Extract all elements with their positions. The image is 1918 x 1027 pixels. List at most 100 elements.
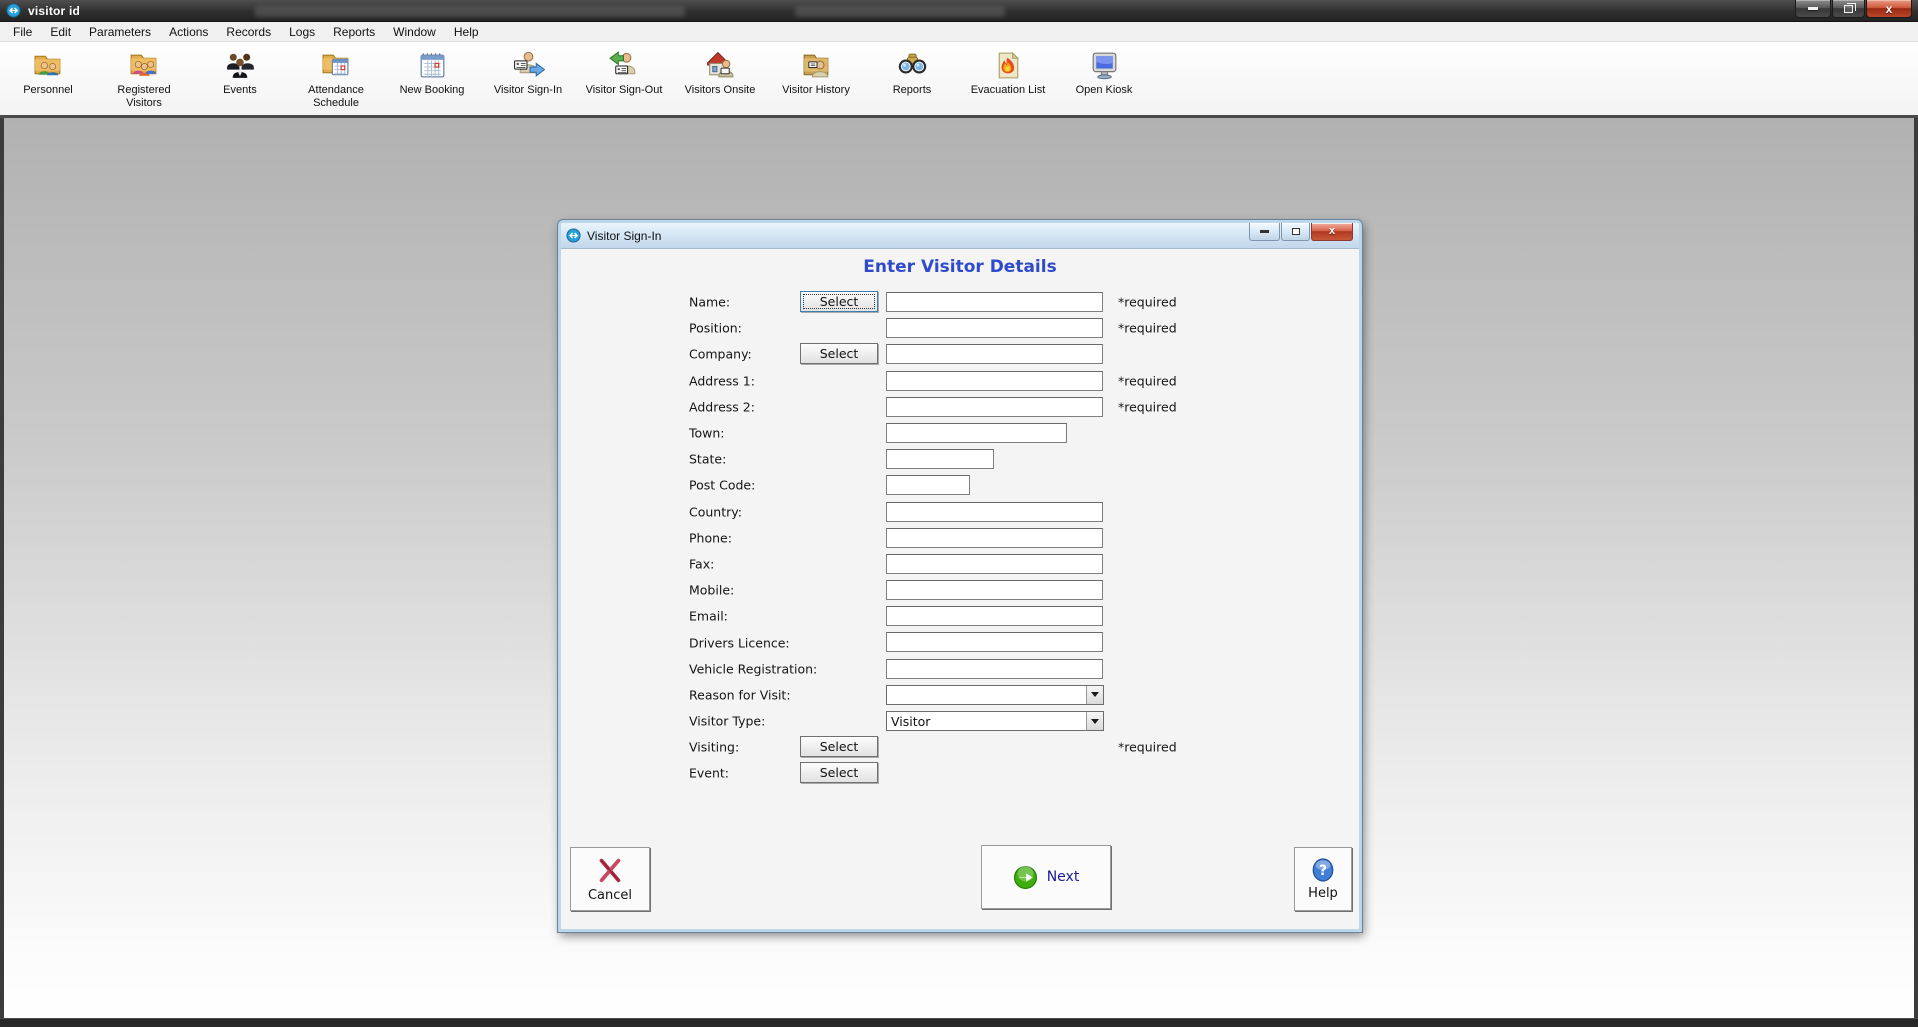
form-row-company: Company: Select xyxy=(561,341,1359,367)
toolbar-button-visitors-onsite[interactable]: Visitors Onsite xyxy=(672,49,768,97)
form-row-mobile: Mobile: xyxy=(561,577,1359,603)
toolbar-button-label: New Booking xyxy=(400,84,465,97)
dialog-titlebar[interactable]: Visitor Sign-In x xyxy=(561,223,1359,249)
toolbar-button-personnel[interactable]: Personnel xyxy=(0,49,96,97)
toolbar-button-label: Events xyxy=(223,84,257,97)
next-arrow-icon xyxy=(1013,865,1038,890)
text-input[interactable] xyxy=(886,528,1103,548)
field-label: Town: xyxy=(689,426,725,441)
help-label: Help xyxy=(1308,886,1338,901)
text-input[interactable] xyxy=(886,502,1103,522)
toolbar-button-evacuation-list[interactable]: Evacuation List xyxy=(960,49,1056,97)
menu-item-window[interactable]: Window xyxy=(384,23,445,41)
next-button[interactable]: Next xyxy=(981,845,1111,909)
toolbar-button-visitor-sign-in[interactable]: Visitor Sign-In xyxy=(480,49,576,97)
application-window: visitor id x FileEditParametersActionsRe… xyxy=(0,0,1918,1027)
minimize-button[interactable] xyxy=(1795,0,1831,18)
chevron-down-icon[interactable] xyxy=(1086,712,1103,730)
field-label: Vehicle Registration: xyxy=(689,661,817,676)
select-button[interactable]: Select xyxy=(800,762,878,783)
window-titlebar: visitor id x xyxy=(0,0,1918,22)
form-row-country: Country: xyxy=(561,499,1359,525)
registered-visitors-icon xyxy=(128,49,161,82)
form-row-phone: Phone: xyxy=(561,525,1359,551)
toolbar-button-registered-visitors[interactable]: Registered Visitors xyxy=(96,49,192,109)
form-row-address-1: Address 1:*required xyxy=(561,368,1359,394)
toolbar-button-label: Visitor Sign-In xyxy=(494,84,562,97)
cancel-button[interactable]: Cancel xyxy=(570,847,650,911)
field-label: Address 2: xyxy=(689,399,755,414)
toolbar-button-new-booking[interactable]: New Booking xyxy=(384,49,480,97)
form-row-address-2: Address 2:*required xyxy=(561,394,1359,420)
form-row-fax: Fax: xyxy=(561,551,1359,577)
restore-icon xyxy=(1844,5,1853,13)
field-label: Event: xyxy=(689,766,729,781)
close-button[interactable]: x xyxy=(1866,0,1912,18)
dialog-logo-icon xyxy=(566,228,581,243)
text-input[interactable] xyxy=(886,344,1103,364)
text-input[interactable] xyxy=(886,580,1103,600)
help-button[interactable]: ? Help xyxy=(1294,847,1352,911)
menu-item-actions[interactable]: Actions xyxy=(160,23,217,41)
dialog-close-button[interactable]: x xyxy=(1311,223,1353,241)
dropdown[interactable]: Visitor xyxy=(886,711,1104,731)
form-row-town: Town: xyxy=(561,420,1359,446)
text-input[interactable] xyxy=(886,632,1103,652)
minimize-icon xyxy=(1808,7,1818,10)
toolbar-button-label: Visitor History xyxy=(782,84,850,97)
menu-item-file[interactable]: File xyxy=(4,23,41,41)
app-logo-icon xyxy=(6,3,21,18)
toolbar-button-reports[interactable]: Reports xyxy=(864,49,960,97)
toolbar-button-events[interactable]: Events xyxy=(192,49,288,97)
close-icon: x xyxy=(1886,3,1893,15)
text-input[interactable] xyxy=(886,606,1103,626)
select-button[interactable]: Select xyxy=(800,343,878,364)
dialog-minimize-button[interactable] xyxy=(1249,223,1280,241)
cancel-x-icon xyxy=(595,855,625,885)
toolbar-button-visitor-sign-out[interactable]: Visitor Sign-Out xyxy=(576,49,672,97)
text-input[interactable] xyxy=(886,554,1103,574)
menu-item-help[interactable]: Help xyxy=(445,23,488,41)
toolbar-button-label: Visitor Sign-Out xyxy=(586,84,663,97)
menu-item-parameters[interactable]: Parameters xyxy=(80,23,160,41)
toolbar-button-open-kiosk[interactable]: Open Kiosk xyxy=(1056,49,1152,97)
menu-item-edit[interactable]: Edit xyxy=(41,23,80,41)
toolbar-button-visitor-history[interactable]: Visitor History xyxy=(768,49,864,97)
dropdown[interactable] xyxy=(886,685,1104,705)
menu-item-logs[interactable]: Logs xyxy=(280,23,324,41)
text-input[interactable] xyxy=(886,659,1103,679)
window-controls: x xyxy=(1794,0,1912,18)
restore-button[interactable] xyxy=(1832,0,1865,18)
dropdown-value: Visitor xyxy=(887,712,1086,730)
text-input[interactable] xyxy=(886,397,1103,417)
menu-item-records[interactable]: Records xyxy=(217,23,280,41)
evacuation-list-icon xyxy=(992,49,1025,82)
form-row-state: State: xyxy=(561,446,1359,472)
text-input[interactable] xyxy=(886,318,1103,338)
text-input[interactable] xyxy=(886,371,1103,391)
visitor-sign-in-icon xyxy=(512,49,545,82)
reports-icon xyxy=(896,49,929,82)
form-row-visitor-type: Visitor Type:Visitor xyxy=(561,708,1359,734)
menu-item-reports[interactable]: Reports xyxy=(324,23,384,41)
restore-icon xyxy=(1292,228,1300,235)
text-input[interactable] xyxy=(886,292,1103,312)
text-input[interactable] xyxy=(886,475,970,495)
select-button[interactable]: Select xyxy=(800,736,878,757)
field-label: Company: xyxy=(689,347,752,362)
select-button[interactable]: Select xyxy=(800,291,878,312)
window-edge-right xyxy=(1914,118,1918,1018)
minimize-icon xyxy=(1260,230,1269,233)
toolbar-button-attendance-schedule[interactable]: Attendance Schedule xyxy=(288,49,384,109)
dialog-restore-button[interactable] xyxy=(1281,223,1310,241)
required-indicator: *required xyxy=(1118,321,1177,336)
text-input[interactable] xyxy=(886,449,994,469)
dialog-window-controls: x xyxy=(1248,223,1353,241)
text-input[interactable] xyxy=(886,423,1067,443)
toolbar-button-label: Visitors Onsite xyxy=(685,84,756,97)
dropdown-value xyxy=(887,686,1086,704)
visitor-history-icon xyxy=(800,49,833,82)
toolbar-button-label: Personnel xyxy=(23,84,73,97)
chevron-down-icon[interactable] xyxy=(1086,686,1103,704)
help-question-icon: ? xyxy=(1310,857,1336,883)
